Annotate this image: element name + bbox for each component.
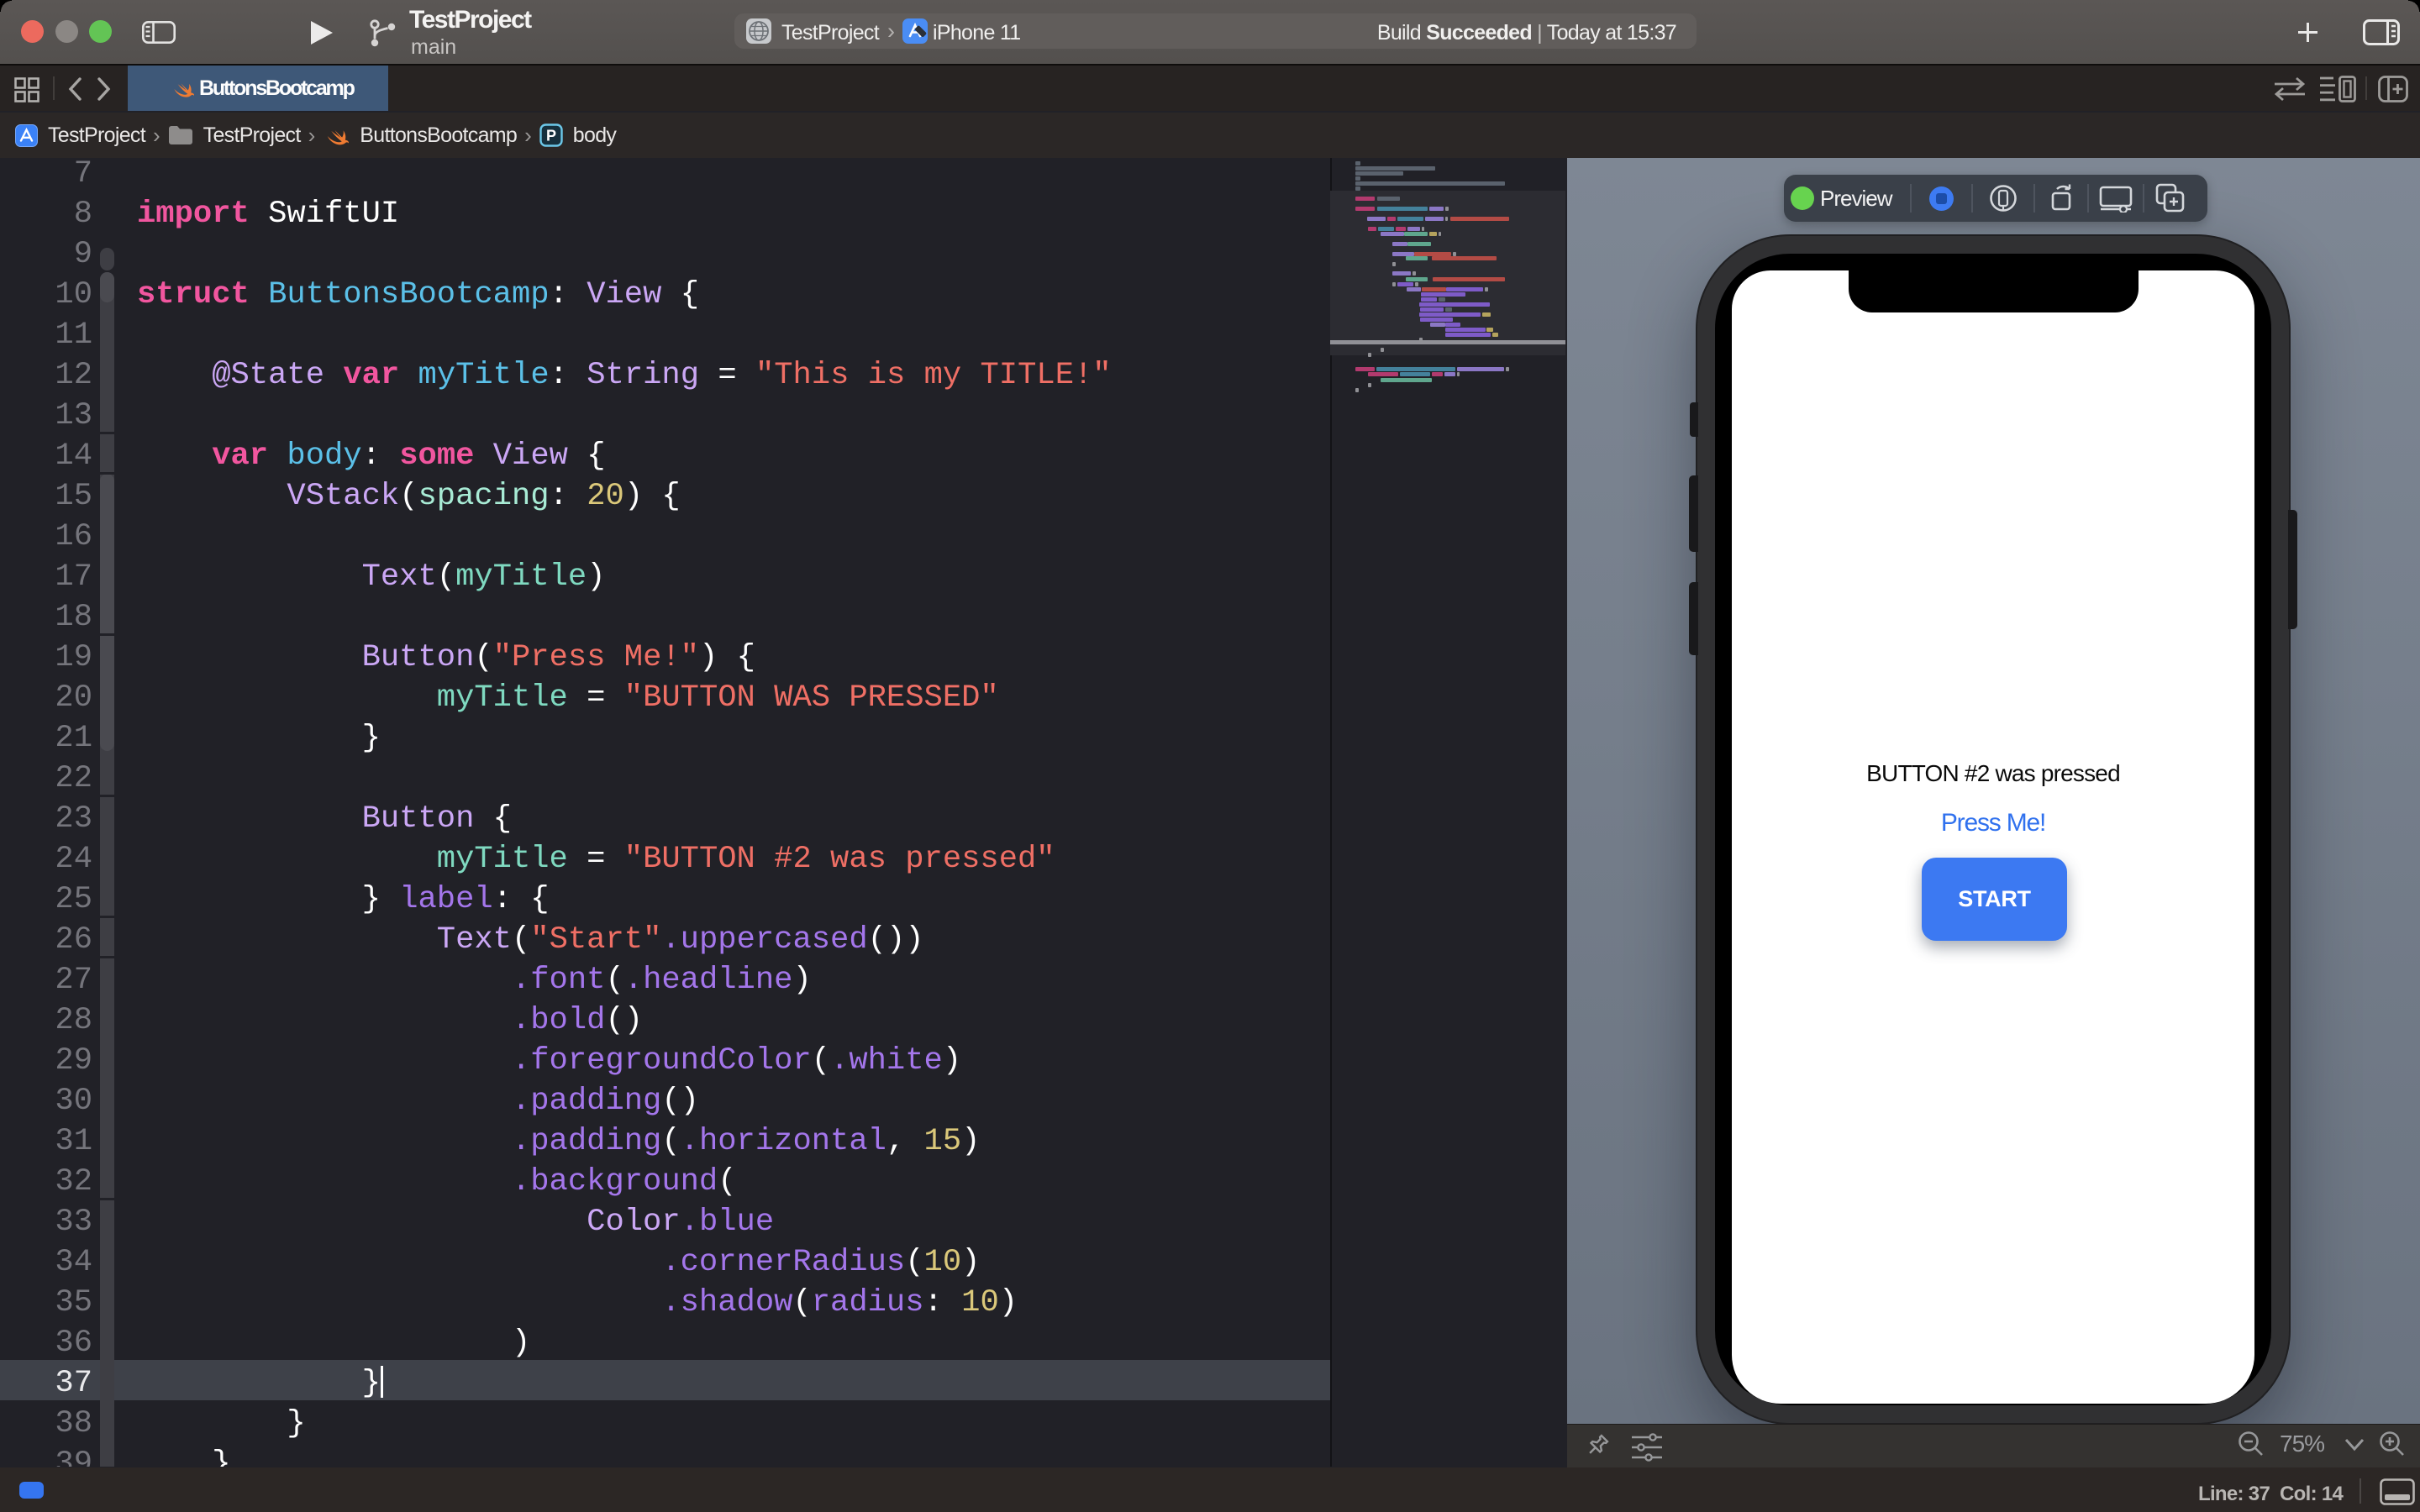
svg-text:P: P — [546, 128, 556, 144]
